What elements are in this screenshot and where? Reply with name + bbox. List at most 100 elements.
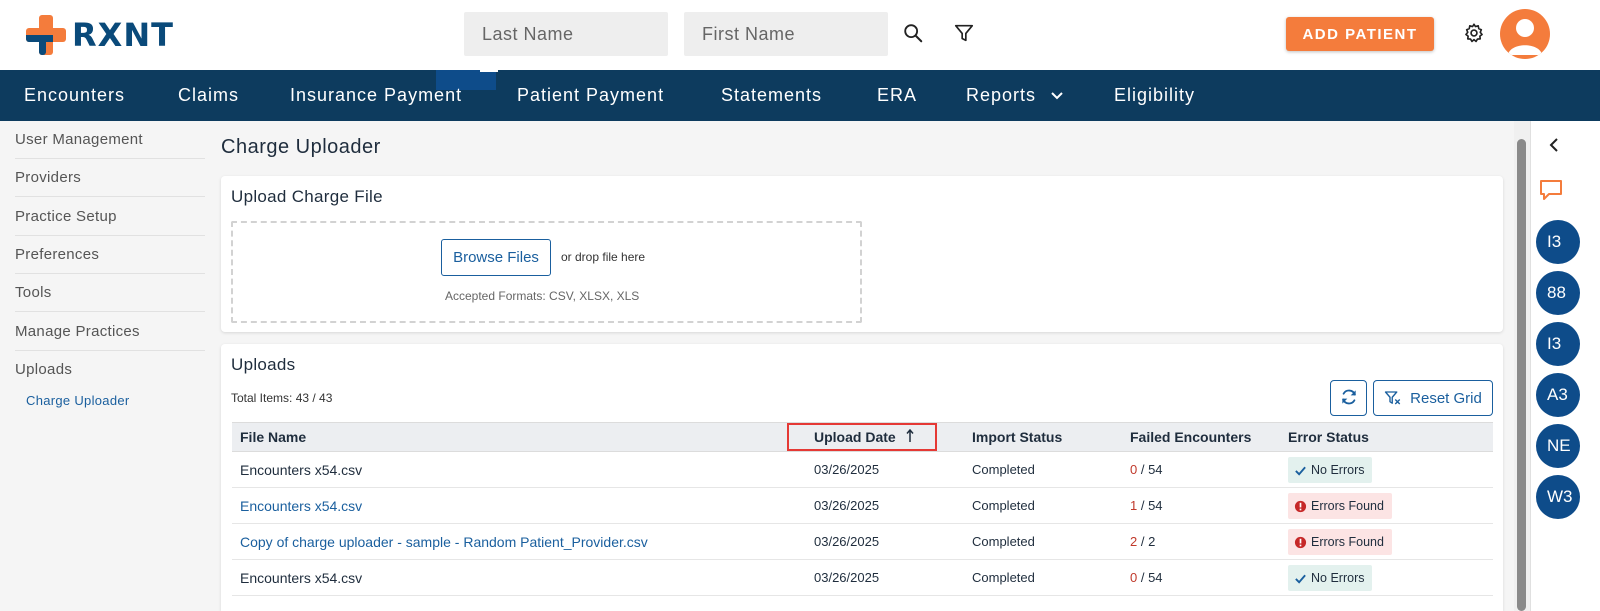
nav-patient-payment[interactable]: Patient Payment (517, 70, 664, 121)
status-badge: Errors Found (1288, 493, 1392, 519)
refresh-icon (1341, 389, 1356, 404)
error-icon (1294, 500, 1307, 512)
failed-encounters-cell: 1 / 54 (1130, 488, 1163, 524)
import-status-cell: Completed (972, 570, 1035, 585)
nav-statements[interactable]: Statements (721, 70, 822, 121)
file-name-link[interactable]: Encounters x54.csv (240, 488, 362, 524)
refresh-button[interactable] (1330, 380, 1367, 416)
uploads-card-title: Uploads (231, 355, 296, 374)
total-count: / 54 (1137, 570, 1163, 585)
grid-header: File Name Upload Date Import Status Fail… (232, 422, 1493, 452)
failed-encounters-cell: 0 / 54 (1130, 452, 1163, 488)
uploads-grid: File Name Upload Date Import Status Fail… (232, 422, 1493, 596)
rail-avatar-2[interactable]: 88 (1536, 271, 1580, 315)
reset-grid-button[interactable]: Reset Grid (1373, 380, 1493, 416)
filter-clear-icon (1384, 391, 1401, 405)
user-icon (1508, 19, 1542, 55)
sidebar-item-tools[interactable]: Tools (15, 274, 205, 312)
page-title: Charge Uploader (221, 136, 381, 158)
column-header-error-status[interactable]: Error Status (1288, 423, 1369, 452)
rail-avatar-1[interactable]: I3 (1536, 220, 1580, 264)
total-count: / 54 (1137, 498, 1163, 513)
right-rail: I3 88 I3 A3 NE W3 (1530, 121, 1600, 611)
table-row[interactable]: Copy of charge uploader - sample - Rando… (232, 524, 1493, 560)
uploads-card: Uploads Total Items: 43 / 43 Reset Grid … (221, 344, 1503, 611)
sidebar-item-manage-practices[interactable]: Manage Practices (15, 313, 205, 351)
chat-icon[interactable] (1538, 177, 1564, 208)
collapse-chevron-icon[interactable] (1548, 137, 1560, 158)
column-header-failed-encounters[interactable]: Failed Encounters (1130, 423, 1251, 452)
total-count: / 2 (1137, 534, 1156, 549)
first-name-input[interactable] (684, 12, 888, 56)
check-icon (1295, 574, 1306, 584)
search-icon[interactable] (900, 20, 926, 46)
column-header-import-status[interactable]: Import Status (972, 423, 1062, 452)
status-badge: Errors Found (1288, 529, 1392, 555)
nav-encounters[interactable]: Encounters (24, 70, 125, 121)
scrollbar-thumb[interactable] (1517, 139, 1526, 611)
last-name-input[interactable] (464, 12, 668, 56)
file-name-cell: Encounters x54.csv (240, 570, 363, 586)
top-header: RXNT ADD PATIENT (0, 0, 1600, 70)
nav-insurance-payment[interactable]: Insurance Payment (290, 70, 462, 121)
browse-files-button[interactable]: Browse Files (441, 239, 551, 276)
table-row[interactable]: Encounters x54.csv 03/26/2025 Completed … (232, 452, 1493, 488)
upload-date-cell: 03/26/2025 (814, 462, 880, 477)
sidebar-item-practice-setup[interactable]: Practice Setup (15, 198, 205, 236)
filter-icon[interactable] (951, 20, 977, 46)
sidebar-subitem-charge-uploader[interactable]: Charge Uploader (26, 393, 130, 408)
table-row[interactable]: Encounters x54.csv 03/26/2025 Completed … (232, 560, 1493, 596)
error-status-text: No Errors (1311, 463, 1365, 477)
import-status-cell: Completed (972, 498, 1035, 513)
file-name-link[interactable]: Copy of charge uploader - sample - Rando… (240, 524, 648, 560)
sort-column-highlight (787, 423, 937, 451)
table-row[interactable]: Encounters x54.csv 03/26/2025 Completed … (232, 488, 1493, 524)
sidebar-item-user-management[interactable]: User Management (15, 121, 205, 159)
reset-grid-label: Reset Grid (1410, 389, 1482, 407)
rxnt-logo[interactable]: RXNT (26, 15, 174, 55)
rail-avatar-5[interactable]: NE (1536, 424, 1580, 468)
error-status-text: No Errors (1311, 571, 1365, 585)
upload-charge-file-card: Upload Charge File Browse Files or drop … (221, 176, 1503, 332)
main-nav: Encounters Claims Insurance Payment Pati… (0, 70, 1600, 121)
rail-avatar-4[interactable]: A3 (1536, 373, 1580, 417)
nav-reports[interactable]: Reports (966, 70, 1064, 121)
chevron-down-icon (1051, 92, 1063, 100)
upload-date-cell: 03/26/2025 (814, 570, 880, 585)
total-items-count: Total Items: 43 / 43 (231, 391, 333, 405)
status-badge: No Errors (1288, 457, 1373, 483)
file-dropzone[interactable]: Browse Files or drop file here Accepted … (231, 221, 862, 323)
failed-encounters-cell: 2 / 2 (1130, 524, 1155, 560)
import-status-cell: Completed (972, 462, 1035, 477)
error-icon (1294, 536, 1307, 548)
error-status-text: Errors Found (1311, 535, 1384, 549)
sidebar-item-uploads[interactable]: Uploads (15, 351, 205, 389)
page-scrollbar[interactable] (1514, 121, 1530, 611)
upload-card-title: Upload Charge File (231, 187, 383, 206)
drop-hint-text: or drop file here (561, 250, 646, 264)
sidebar-item-preferences[interactable]: Preferences (15, 236, 205, 274)
nav-claims[interactable]: Claims (178, 70, 239, 121)
upload-date-cell: 03/26/2025 (814, 498, 880, 513)
check-icon (1295, 466, 1306, 476)
user-avatar[interactable] (1500, 9, 1550, 59)
nav-eligibility[interactable]: Eligibility (1114, 70, 1195, 121)
column-header-file-name[interactable]: File Name (240, 423, 306, 452)
error-status-text: Errors Found (1311, 499, 1384, 513)
add-patient-button[interactable]: ADD PATIENT (1286, 17, 1434, 51)
nav-era[interactable]: ERA (877, 70, 917, 121)
logo-text: RXNT (72, 16, 174, 54)
total-count: / 54 (1137, 462, 1163, 477)
sidebar-item-providers[interactable]: Providers (15, 159, 205, 197)
nav-hover-marker (480, 67, 498, 72)
rail-avatar-3[interactable]: I3 (1536, 322, 1580, 366)
nav-reports-label: Reports (966, 85, 1037, 105)
gear-icon[interactable] (1461, 20, 1487, 46)
import-status-cell: Completed (972, 534, 1035, 549)
failed-encounters-cell: 0 / 54 (1130, 560, 1163, 596)
rxnt-cross-icon (26, 15, 66, 55)
rail-avatar-6[interactable]: W3 (1536, 475, 1580, 519)
settings-sidebar: User Management Providers Practice Setup… (0, 121, 210, 611)
accepted-formats-text: Accepted Formats: CSV, XLSX, XLS (445, 289, 640, 303)
upload-date-cell: 03/26/2025 (814, 534, 880, 549)
